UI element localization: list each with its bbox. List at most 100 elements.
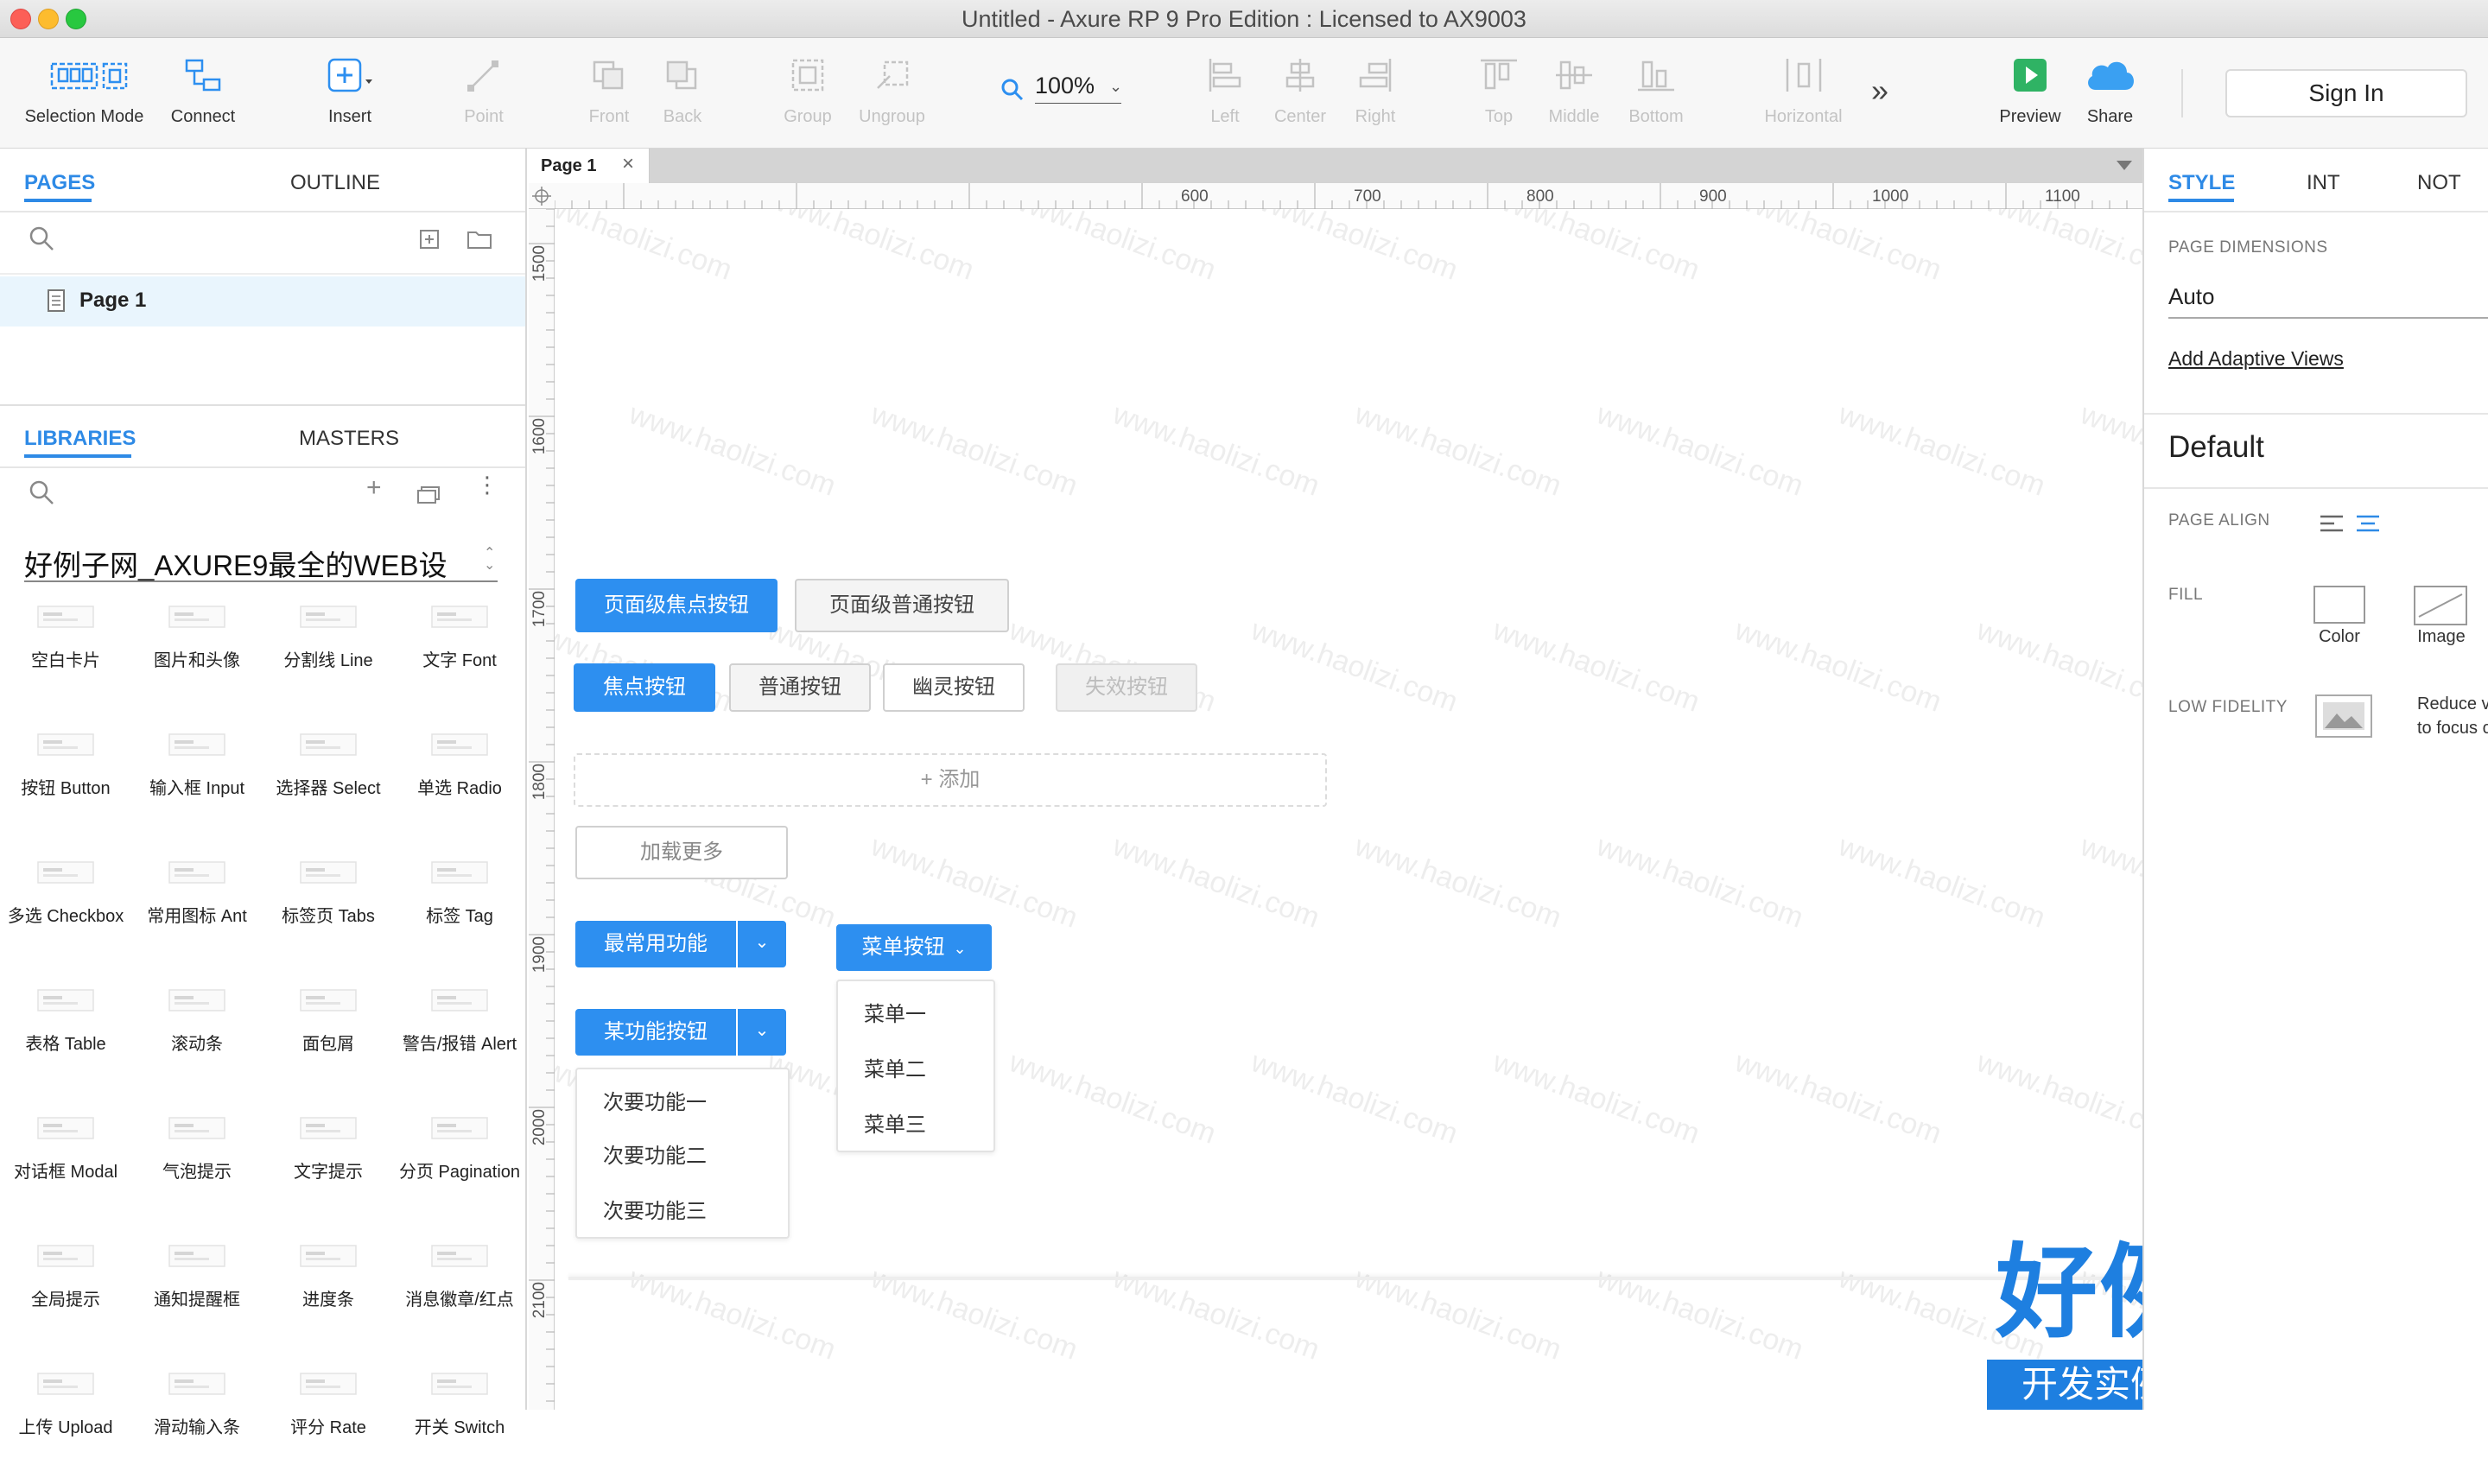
library-widget[interactable]: 标签页 Tabs: [263, 845, 394, 973]
point-button[interactable]: Point: [449, 38, 518, 149]
align-center-icon[interactable]: [2355, 513, 2381, 536]
menu-item[interactable]: 菜单二: [838, 1052, 993, 1082]
align-right-button[interactable]: Right: [1341, 38, 1410, 149]
align-middle-button[interactable]: Middle: [1539, 38, 1609, 149]
library-widget[interactable]: 图片和头像: [131, 589, 263, 717]
bring-front-icon: [593, 60, 624, 90]
add-folder-icon[interactable]: [466, 228, 492, 251]
common-feature-button[interactable]: 最常用功能: [575, 921, 736, 967]
library-widget[interactable]: 对话框 Modal: [0, 1100, 131, 1228]
library-widget[interactable]: 滚动条: [131, 973, 263, 1100]
library-widget[interactable]: 通知提醒框: [131, 1228, 263, 1356]
search-icon[interactable]: [28, 479, 55, 506]
library-stack-icon[interactable]: [416, 484, 442, 504]
thumbnail-icon: [431, 1245, 488, 1267]
menu-item[interactable]: 菜单三: [838, 1107, 993, 1138]
align-left-button[interactable]: Left: [1190, 38, 1260, 149]
library-widget[interactable]: 气泡提示: [131, 1100, 263, 1228]
search-icon[interactable]: [28, 225, 55, 252]
library-widget[interactable]: 选择器 Select: [263, 717, 394, 845]
library-widget[interactable]: 全局提示: [0, 1228, 131, 1356]
library-widget[interactable]: 单选 Radio: [394, 717, 525, 845]
library-widget[interactable]: 滑动输入条: [131, 1356, 263, 1484]
chevron-down-icon[interactable]: ⌄: [738, 921, 786, 967]
library-widget[interactable]: 评分 Rate: [263, 1356, 394, 1484]
library-widget[interactable]: 分割线 Line: [263, 589, 394, 717]
add-adaptive-views-link[interactable]: Add Adaptive Views: [2168, 347, 2344, 371]
library-widget[interactable]: 进度条: [263, 1228, 394, 1356]
zoom-control[interactable]: 100% ⌄: [1000, 69, 1130, 111]
style-name[interactable]: Default: [2168, 430, 2264, 465]
fill-image-icon[interactable]: [2414, 586, 2467, 625]
low-fidelity-toggle-icon[interactable]: [2315, 694, 2372, 738]
align-left-icon[interactable]: [2319, 513, 2345, 536]
thumbnail-icon: [300, 1117, 357, 1139]
tab-dropdown-icon[interactable]: [2117, 161, 2132, 171]
normal-button[interactable]: 普通按钮: [729, 663, 871, 712]
library-widget[interactable]: 标签 Tag: [394, 845, 525, 973]
page-normal-button[interactable]: 页面级普通按钮: [795, 579, 1009, 632]
library-widget[interactable]: 警告/报错 Alert: [394, 973, 525, 1100]
align-top-button[interactable]: Top: [1464, 38, 1533, 149]
library-select[interactable]: 好例子网_AXURE9最全的WEB设: [24, 542, 498, 582]
more-tools-icon[interactable]: »: [1871, 73, 1888, 109]
align-center-button[interactable]: Center: [1266, 38, 1335, 149]
add-button[interactable]: + 添加: [574, 753, 1327, 807]
selection-mode-button[interactable]: Selection Mode: [17, 38, 151, 149]
tab-masters[interactable]: MASTERS: [299, 427, 399, 451]
group-button[interactable]: Group: [773, 38, 842, 149]
tab-pages[interactable]: PAGES: [24, 171, 95, 195]
library-widget[interactable]: 面包屑: [263, 973, 394, 1100]
page-list-item[interactable]: Page 1: [0, 276, 525, 327]
preview-button[interactable]: Preview: [1991, 38, 2069, 149]
library-widget[interactable]: 消息徽章/红点: [394, 1228, 525, 1356]
page-focus-button[interactable]: 页面级焦点按钮: [575, 579, 778, 632]
load-more-button[interactable]: 加载更多: [575, 826, 788, 879]
front-button[interactable]: Front: [574, 38, 644, 149]
align-bottom-button[interactable]: Bottom: [1617, 38, 1695, 149]
sign-in-button[interactable]: Sign In: [2225, 69, 2467, 117]
tab-libraries[interactable]: LIBRARIES: [24, 427, 136, 451]
tab-interactions[interactable]: INT: [2307, 171, 2340, 195]
watermark-text: www.haolizi.com: [1247, 209, 1463, 287]
tab-style[interactable]: STYLE: [2168, 171, 2235, 195]
connect-button[interactable]: Connect: [168, 38, 238, 149]
library-widget[interactable]: 多选 Checkbox: [0, 845, 131, 973]
share-button[interactable]: Share: [2073, 38, 2147, 149]
watermark-text: www.haolizi.com: [1108, 829, 1324, 935]
menu-item[interactable]: 次要功能三: [577, 1194, 788, 1224]
library-widget[interactable]: 按钮 Button: [0, 717, 131, 845]
library-widget[interactable]: 常用图标 Ant: [131, 845, 263, 973]
menu-item[interactable]: 次要功能一: [577, 1085, 788, 1115]
tab-outline[interactable]: OUTLINE: [290, 171, 380, 195]
library-widget[interactable]: 空白卡片: [0, 589, 131, 717]
menu-item[interactable]: 菜单一: [838, 997, 993, 1027]
library-widget[interactable]: 开关 Switch: [394, 1356, 525, 1484]
library-widget[interactable]: 表格 Table: [0, 973, 131, 1100]
library-widget-label: 气泡提示: [162, 1163, 232, 1182]
tab-notes[interactable]: NOT: [2417, 171, 2461, 195]
some-feature-button[interactable]: 某功能按钮: [575, 1009, 736, 1056]
ghost-button[interactable]: 幽灵按钮: [883, 663, 1025, 712]
more-options-icon[interactable]: ⋮: [476, 473, 498, 496]
insert-button[interactable]: Insert: [311, 38, 389, 149]
editor-tab-page-1[interactable]: Page 1 ×: [529, 149, 650, 183]
menu-button[interactable]: 菜单按钮 ⌄: [836, 924, 992, 971]
distribute-horizontal-button[interactable]: Horizontal: [1758, 38, 1849, 149]
chevron-updown-icon[interactable]: ⌃ ⌄: [484, 547, 495, 573]
library-widget[interactable]: 分页 Pagination: [394, 1100, 525, 1228]
menu-item[interactable]: 次要功能二: [577, 1138, 788, 1169]
page-dimensions-select[interactable]: Auto: [2168, 283, 2488, 319]
focus-button[interactable]: 焦点按钮: [574, 663, 715, 712]
back-button[interactable]: Back: [648, 38, 717, 149]
library-widget[interactable]: 文字提示: [263, 1100, 394, 1228]
library-widget[interactable]: 输入框 Input: [131, 717, 263, 845]
ungroup-button[interactable]: Ungroup: [855, 38, 929, 149]
library-widget[interactable]: 上传 Upload: [0, 1356, 131, 1484]
chevron-down-icon[interactable]: ⌄: [738, 1009, 786, 1056]
fill-color-swatch[interactable]: [2313, 586, 2365, 624]
add-library-icon[interactable]: +: [366, 473, 382, 503]
library-widget[interactable]: 文字 Font: [394, 589, 525, 717]
add-page-icon[interactable]: [418, 228, 441, 251]
close-icon[interactable]: ×: [622, 152, 634, 176]
